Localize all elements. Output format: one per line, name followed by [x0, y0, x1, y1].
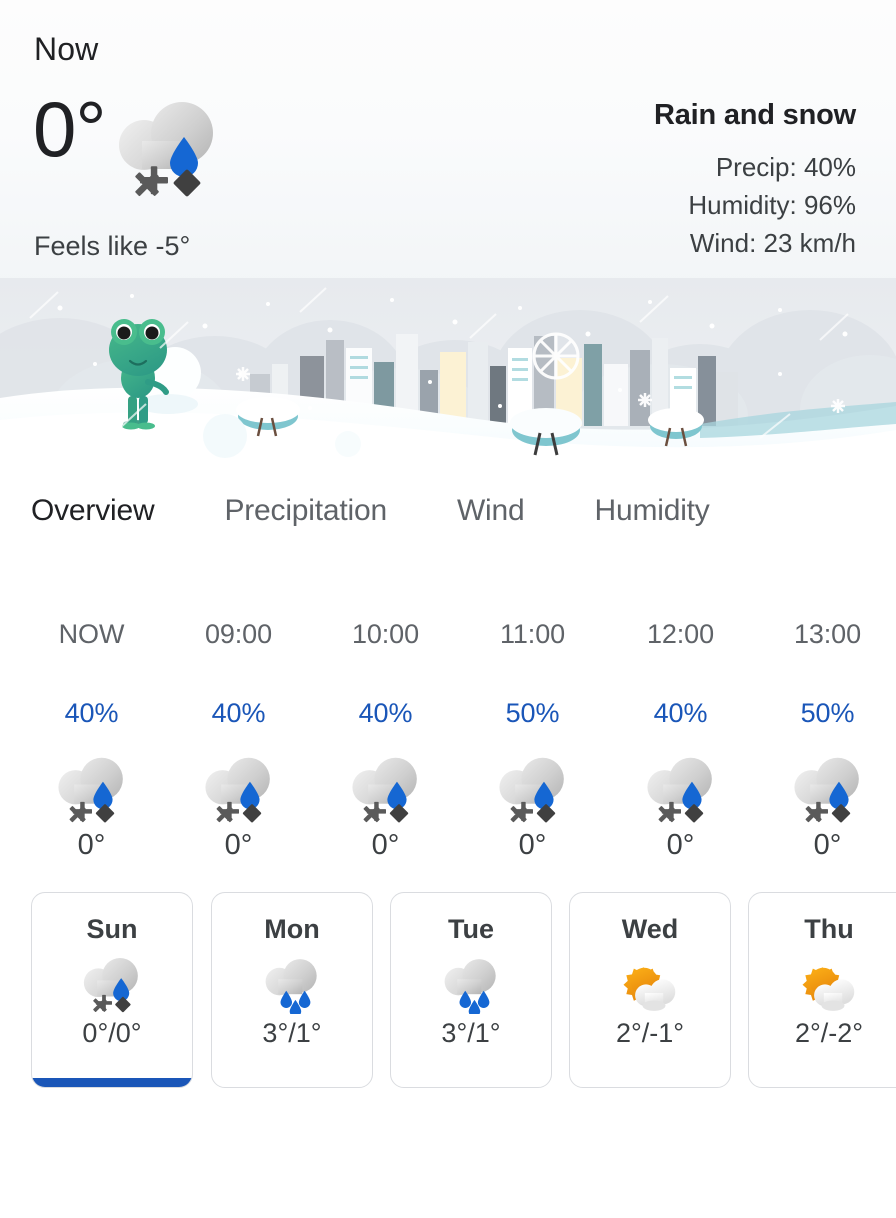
hour-time: 12:00: [646, 619, 715, 649]
hourly-item[interactable]: 10:00 40% 0°: [312, 577, 459, 862]
day-temps: 3°/1°: [441, 1018, 501, 1048]
sleet-icon: [607, 753, 754, 827]
condition-title: Rain and snow: [653, 99, 856, 131]
day-name: Thu: [804, 914, 854, 944]
tab-overview[interactable]: Overview: [31, 494, 155, 528]
hour-time: NOW: [58, 619, 125, 649]
selected-day-indicator: [32, 1078, 192, 1087]
hour-temp: 0°: [518, 829, 547, 861]
wind-detail: Wind: 23 km/h: [689, 228, 856, 258]
humidity-detail: Humidity: 96%: [688, 190, 856, 220]
sleet-icon: [165, 753, 312, 827]
hour-precip: 40%: [653, 698, 708, 728]
precip-detail: Precip: 40%: [715, 152, 856, 182]
hour-temp: 0°: [666, 829, 695, 861]
current-conditions-header: Now 0° Feels like -5° Rain and snow Prec…: [0, 0, 896, 465]
hour-precip: 50%: [505, 698, 560, 728]
sleet-icon: [754, 753, 896, 827]
day-card-wed[interactable]: Wed 2°/-1°: [569, 892, 731, 1088]
condition-summary: Rain and snow Precip: 40% Humidity: 96% …: [654, 99, 856, 262]
day-card-sun[interactable]: Sun 0°/0°: [31, 892, 193, 1088]
day-temps: 3°/1°: [262, 1018, 322, 1048]
day-temps: 0°/0°: [82, 1018, 142, 1048]
now-label: Now: [34, 31, 99, 67]
day-name: Mon: [264, 914, 320, 944]
hour-precip: 50%: [800, 698, 855, 728]
hourly-item[interactable]: 11:00 50% 0°: [459, 577, 606, 862]
tab-precipitation[interactable]: Precipitation: [224, 494, 387, 528]
day-card-thu[interactable]: Thu 2°/-2°: [748, 892, 896, 1088]
current-temperature: 0°: [33, 85, 107, 173]
hour-temp: 0°: [224, 829, 253, 861]
sleet-icon: [312, 753, 459, 827]
hour-time: 10:00: [351, 619, 420, 649]
hour-time: 11:00: [499, 619, 566, 649]
day-card-mon[interactable]: Mon 3°/1°: [211, 892, 373, 1088]
sleet-icon: [18, 753, 165, 827]
hour-precip: 40%: [211, 698, 266, 728]
day-temps: 2°/-1°: [615, 1018, 685, 1048]
hour-temp: 0°: [77, 829, 106, 861]
tab-bar[interactable]: Overview Precipitation Wind Humidity: [0, 465, 896, 1039]
tab-list[interactable]: Overview Precipitation Wind Humidity: [0, 465, 896, 557]
hourly-forecast-row[interactable]: NOW 40% 0° 09:00 40% 0° 10:00 40% 0° 11:…: [0, 577, 896, 892]
hourly-item[interactable]: 09:00 40% 0°: [165, 577, 312, 862]
daily-forecast-row[interactable]: Sun 0°/0° Mon 3°/1° Tue 3°/1° Wed 2°/-1°…: [0, 892, 896, 1218]
tab-wind[interactable]: Wind: [457, 494, 525, 528]
hourly-item[interactable]: 12:00 40% 0°: [607, 577, 754, 862]
current-temperature-block: 0°: [33, 85, 222, 202]
day-name: Sun: [86, 914, 138, 944]
day-name: Wed: [621, 914, 679, 944]
sleet-icon: [459, 753, 606, 827]
rain-icon: [391, 956, 551, 1018]
rain-icon: [212, 956, 372, 1018]
sleet-icon: [114, 101, 222, 202]
sleet-icon: [32, 956, 192, 1014]
sun-cloud-icon: [749, 956, 896, 1014]
day-card-tue[interactable]: Tue 3°/1°: [390, 892, 552, 1088]
hourly-item[interactable]: NOW 40% 0°: [18, 577, 165, 862]
hour-temp: 0°: [813, 829, 842, 861]
hour-time: 09:00: [204, 619, 273, 649]
hourly-item[interactable]: 13:00 50% 0°: [754, 577, 896, 862]
sun-cloud-icon: [570, 956, 730, 1014]
feels-like-label: Feels like -5°: [34, 231, 191, 261]
hour-precip: 40%: [358, 698, 413, 728]
day-temps: 2°/-2°: [794, 1018, 864, 1048]
snowy-city-illustration: [0, 278, 896, 465]
hour-temp: 0°: [371, 829, 400, 861]
hour-precip: 40%: [64, 698, 119, 728]
hour-time: 13:00: [793, 619, 862, 649]
tab-humidity[interactable]: Humidity: [595, 494, 710, 528]
day-name: Tue: [448, 914, 494, 944]
